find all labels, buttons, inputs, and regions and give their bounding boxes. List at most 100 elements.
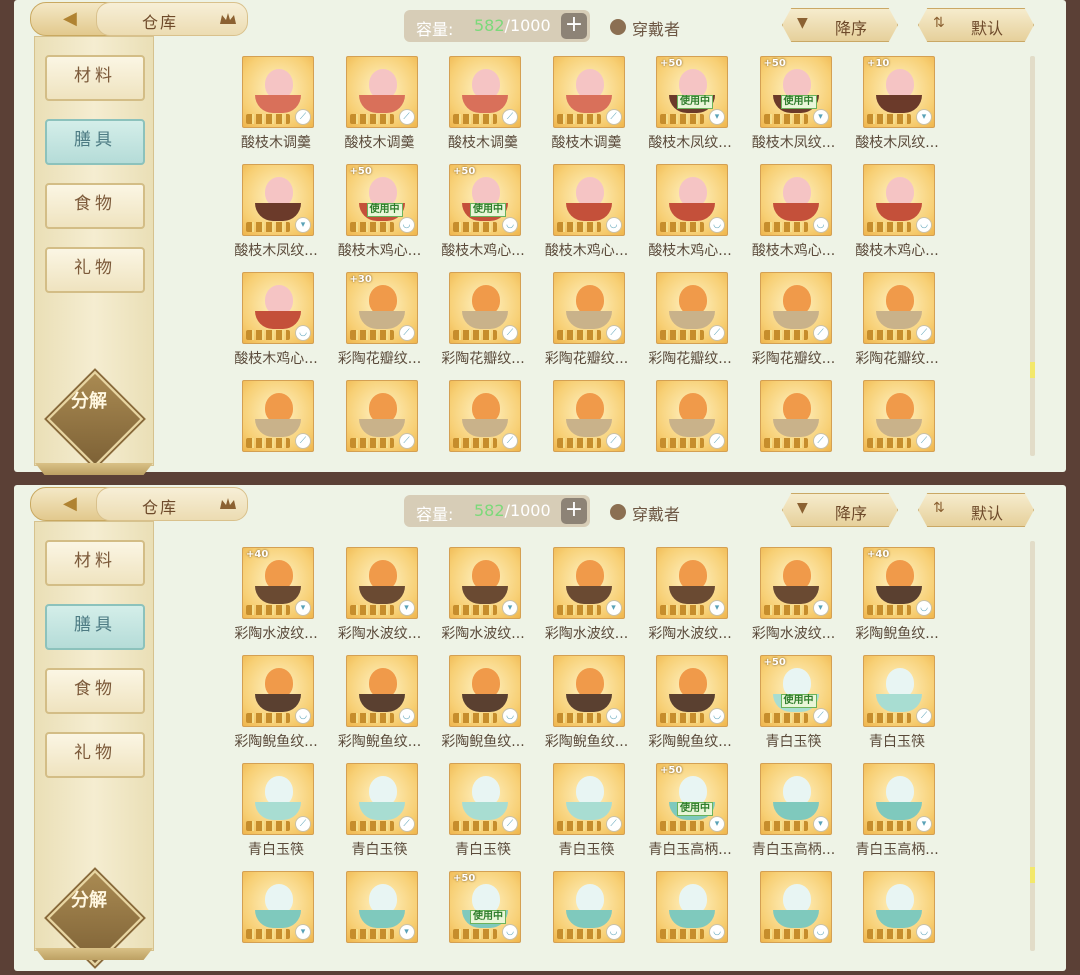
tableware-item[interactable]: ⟋ 彩陶花瓣纹... <box>855 272 961 376</box>
category-tab[interactable]: 膳具 <box>45 604 145 650</box>
category-tab[interactable]: 礼物 <box>45 732 145 778</box>
tableware-item[interactable]: ▾ 青白玉高柄... <box>752 763 858 867</box>
tableware-item[interactable]: ▾ 彩陶水波纹... <box>752 547 858 651</box>
expand-capacity-button[interactable]: + <box>561 498 587 524</box>
category-tab[interactable]: 膳具 <box>45 119 145 165</box>
item-card: ⟋ <box>656 380 728 452</box>
tableware-item[interactable]: ▾ 彩陶水波纹... <box>648 547 754 651</box>
tableware-item[interactable]: +30 ⟋ 彩陶花瓣纹... <box>338 272 444 376</box>
tableware-item[interactable]: ⟋ 彩陶花瓣纹... <box>545 272 651 376</box>
tableware-item[interactable]: ⟋ 青白玉筷 <box>240 763 340 867</box>
tableware-item[interactable]: ⟋ 酸枝木调羹 <box>447 56 547 160</box>
tableware-item[interactable]: ◡ 彩陶鲵鱼纹... <box>234 655 340 759</box>
tableware-item[interactable]: ⟋ 青白玉筷 <box>344 763 444 867</box>
tableware-item[interactable]: ◡ 彩陶鲵鱼纹... <box>441 655 547 759</box>
decompose-button[interactable] <box>46 869 144 967</box>
tableware-item[interactable]: ⟋ 酸枝木调羹 <box>240 56 340 160</box>
tableware-item[interactable]: ◡ 彩陶鲵鱼纹... <box>545 655 651 759</box>
quality-rating <box>763 330 808 340</box>
tableware-item[interactable]: ⟋ 彩陶花瓣纹... <box>441 272 547 376</box>
tableware-item[interactable]: ▾ 青白玉高柄... <box>855 763 961 867</box>
tableware-item[interactable]: ▾ 彩陶水波纹... <box>338 547 444 651</box>
tableware-item[interactable]: ◡ 酸枝木鸡心... <box>752 164 858 268</box>
decompose-button[interactable] <box>46 370 144 468</box>
tableware-item[interactable]: ◡ <box>551 871 651 975</box>
spoon-icon <box>565 802 612 820</box>
category-tab[interactable]: 食物 <box>45 668 145 714</box>
expand-capacity-button[interactable]: + <box>561 13 587 39</box>
tableware-item[interactable]: ⟋ 酸枝木调羹 <box>344 56 444 160</box>
scrollbar[interactable] <box>1030 56 1035 456</box>
item-card: ▾ <box>759 763 832 835</box>
tableware-item[interactable]: ◡ 酸枝木鸡心... <box>648 164 754 268</box>
tableware-item[interactable]: ▾ <box>344 871 444 975</box>
spoon-icon: ⟋ <box>295 109 311 125</box>
tableware-item[interactable]: ⟋ <box>344 380 444 484</box>
category-tab[interactable]: 食物 <box>45 183 145 229</box>
scrollbar[interactable] <box>1030 541 1035 951</box>
item-card: ◡ <box>242 272 314 344</box>
tableware-item[interactable]: ⟋ 青白玉筷 <box>551 763 651 867</box>
tableware-item[interactable]: ⟋ <box>758 380 858 484</box>
tableware-item[interactable]: ⟋ 青白玉筷 <box>447 763 547 867</box>
quality-rating <box>453 114 497 124</box>
tableware-item[interactable]: +50 使用中 ⟋ 青白玉筷 <box>758 655 858 759</box>
cup-icon <box>669 586 715 604</box>
tableware-item[interactable]: +40 ▾ 彩陶水波纹... <box>234 547 340 651</box>
sort-order-button[interactable]: ▼ 降序 <box>782 8 898 42</box>
in-use-badge: 使用中 <box>780 694 817 708</box>
spoon-icon <box>565 311 612 329</box>
scrollbar-thumb[interactable] <box>1030 867 1035 883</box>
cup-icon: ▾ <box>916 816 932 832</box>
tableware-item[interactable]: +50 使用中 ▾ 酸枝木凤纹... <box>752 56 858 160</box>
category-tab[interactable]: 材料 <box>45 55 145 101</box>
tableware-item[interactable]: ▾ <box>240 871 340 975</box>
tableware-item[interactable]: ▾ 酸枝木凤纹... <box>234 164 340 268</box>
tableware-item[interactable]: ◡ 彩陶鲵鱼纹... <box>338 655 444 759</box>
item-card: ◡ <box>863 871 935 943</box>
item-name: 彩陶鲵鱼纹... <box>441 734 525 750</box>
tableware-item[interactable]: ⟋ <box>447 380 547 484</box>
tableware-item[interactable]: ⟋ <box>654 380 754 484</box>
tableware-item[interactable]: ▾ 彩陶水波纹... <box>441 547 547 651</box>
tableware-item[interactable]: ⟋ 酸枝木调羹 <box>551 56 651 160</box>
sort-arrows-icon: ⇅ <box>933 15 945 31</box>
tableware-item[interactable]: ⟋ <box>861 380 961 484</box>
tableware-item[interactable]: ◡ <box>654 871 754 975</box>
tableware-item[interactable]: +50 使用中 ◡ 酸枝木鸡心... <box>338 164 444 268</box>
tableware-item[interactable]: ◡ 彩陶鲵鱼纹... <box>648 655 754 759</box>
tableware-item[interactable]: ◡ 酸枝木鸡心... <box>545 164 651 268</box>
item-name: 彩陶水波纹... <box>544 626 629 642</box>
tableware-item[interactable]: ◡ <box>861 871 961 975</box>
tableware-item[interactable]: ⟋ 青白玉筷 <box>861 655 961 759</box>
item-name: 彩陶花瓣纹... <box>441 351 525 367</box>
item-card: ⟋ <box>656 272 728 344</box>
cup-icon: ▾ <box>295 217 311 233</box>
tableware-item[interactable]: +50 使用中 ◡ 酸枝木鸡心... <box>441 164 547 268</box>
sort-order-button[interactable]: ▼ 降序 <box>782 493 898 527</box>
item-card: ◡ <box>552 655 625 727</box>
tableware-item[interactable]: +50 使用中 ◡ <box>447 871 547 975</box>
tableware-item[interactable]: ◡ 酸枝木鸡心... <box>234 272 340 376</box>
tableware-item[interactable]: +10 ▾ 酸枝木凤纹... <box>855 56 961 160</box>
sort-default-button[interactable]: ⇅ 默认 <box>918 493 1034 527</box>
item-card: ◡ <box>552 871 625 943</box>
quality-rating <box>556 330 601 340</box>
spoon-icon: ⟋ <box>916 433 932 449</box>
tableware-item[interactable]: +50 使用中 ▾ 青白玉高柄... <box>648 763 754 867</box>
tableware-item[interactable]: ⟋ <box>240 380 340 484</box>
tableware-item[interactable]: +50 使用中 ▾ 酸枝木凤纹... <box>648 56 754 160</box>
tableware-item[interactable]: ⟋ <box>551 380 651 484</box>
sort-default-button[interactable]: ⇅ 默认 <box>918 8 1034 42</box>
spoon-icon <box>876 311 922 329</box>
scrollbar-thumb[interactable] <box>1030 362 1035 378</box>
tableware-item[interactable]: ◡ <box>758 871 858 975</box>
category-tab[interactable]: 材料 <box>45 540 145 586</box>
tableware-item[interactable]: ◡ 酸枝木鸡心... <box>855 164 961 268</box>
item-name: 酸枝木凤纹... <box>234 243 318 259</box>
tableware-item[interactable]: ⟋ 彩陶花瓣纹... <box>752 272 858 376</box>
tableware-item[interactable]: ⟋ 彩陶花瓣纹... <box>648 272 754 376</box>
tableware-item[interactable]: +40 ◡ 彩陶鲵鱼纹... <box>855 547 961 651</box>
category-tab[interactable]: 礼物 <box>45 247 145 293</box>
tableware-item[interactable]: ▾ 彩陶水波纹... <box>545 547 651 651</box>
